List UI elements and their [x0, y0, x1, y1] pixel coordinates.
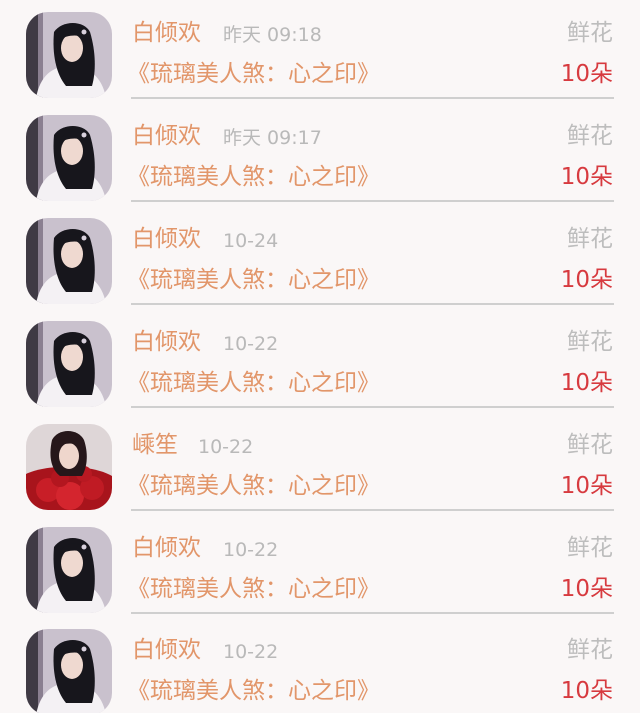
send-time: 10-22 — [223, 539, 279, 561]
list-item[interactable]: 嵊笙 10-22 鲜花 《琉璃美人煞：心之印》 10朵 — [0, 412, 640, 515]
gift-type: 鲜花 — [567, 637, 613, 663]
book-title[interactable]: 《琉璃美人煞：心之印》 — [127, 471, 380, 501]
list-item[interactable]: 白倾欢 昨天 09:18 鲜花 《琉璃美人煞：心之印》 10朵 — [0, 0, 640, 103]
send-time: 10-22 — [223, 333, 279, 355]
record-info: 白倾欢 10-22 鲜花 《琉璃美人煞：心之印》 10朵 — [127, 617, 614, 713]
gift-count: 10朵 — [560, 164, 613, 190]
list-item[interactable]: 白倾欢 昨天 09:17 鲜花 《琉璃美人煞：心之印》 10朵 — [0, 103, 640, 206]
gift-type: 鲜花 — [567, 535, 613, 561]
portrait-white-robe-icon — [26, 527, 112, 613]
book-title[interactable]: 《琉璃美人煞：心之印》 — [127, 368, 380, 398]
gift-type: 鲜花 — [567, 432, 613, 458]
gift-type: 鲜花 — [567, 123, 613, 149]
book-title[interactable]: 《琉璃美人煞：心之印》 — [127, 162, 380, 192]
portrait-white-robe-icon — [26, 218, 112, 304]
book-title[interactable]: 《琉璃美人煞：心之印》 — [127, 574, 380, 604]
book-title[interactable]: 《琉璃美人煞：心之印》 — [127, 265, 380, 295]
sender-name[interactable]: 白倾欢 — [132, 327, 201, 357]
sender-name[interactable]: 白倾欢 — [132, 121, 201, 151]
list-item[interactable]: 白倾欢 10-22 鲜花 《琉璃美人煞：心之印》 10朵 — [0, 515, 640, 618]
list-item[interactable]: 白倾欢 10-24 鲜花 《琉璃美人煞：心之印》 10朵 — [0, 206, 640, 309]
record-info: 嵊笙 10-22 鲜花 《琉璃美人煞：心之印》 10朵 — [127, 412, 614, 511]
gift-record-list: 白倾欢 昨天 09:18 鲜花 《琉璃美人煞：心之印》 10朵 白倾欢 昨天 0… — [0, 0, 640, 713]
avatar[interactable] — [26, 218, 112, 304]
send-time: 10-22 — [223, 641, 279, 663]
list-item[interactable]: 白倾欢 10-22 鲜花 《琉璃美人煞：心之印》 10朵 — [0, 309, 640, 412]
book-title[interactable]: 《琉璃美人煞：心之印》 — [127, 59, 380, 89]
send-time: 10-24 — [223, 230, 279, 252]
record-info: 白倾欢 昨天 09:18 鲜花 《琉璃美人煞：心之印》 10朵 — [127, 0, 614, 99]
avatar[interactable] — [26, 115, 112, 201]
portrait-white-robe-icon — [26, 12, 112, 98]
gift-count: 10朵 — [560, 267, 613, 293]
record-info: 白倾欢 10-24 鲜花 《琉璃美人煞：心之印》 10朵 — [127, 206, 614, 305]
sender-name[interactable]: 白倾欢 — [132, 224, 201, 254]
avatar[interactable] — [26, 527, 112, 613]
send-time: 昨天 09:18 — [223, 24, 322, 46]
portrait-white-robe-icon — [26, 321, 112, 407]
gift-count: 10朵 — [560, 576, 613, 602]
portrait-white-robe-icon — [26, 115, 112, 201]
record-info: 白倾欢 昨天 09:17 鲜花 《琉璃美人煞：心之印》 10朵 — [127, 103, 614, 202]
send-time: 10-22 — [198, 436, 254, 458]
gift-type: 鲜花 — [567, 226, 613, 252]
send-time: 昨天 09:17 — [223, 127, 322, 149]
book-title[interactable]: 《琉璃美人煞：心之印》 — [127, 676, 380, 706]
gift-count: 10朵 — [560, 370, 613, 396]
portrait-red-roses-icon — [26, 424, 112, 510]
gift-count: 10朵 — [560, 473, 613, 499]
sender-name[interactable]: 嵊笙 — [132, 430, 178, 460]
gift-count: 10朵 — [560, 678, 613, 704]
record-info: 白倾欢 10-22 鲜花 《琉璃美人煞：心之印》 10朵 — [127, 309, 614, 408]
avatar[interactable] — [26, 629, 112, 713]
sender-name[interactable]: 白倾欢 — [132, 635, 201, 665]
gift-type: 鲜花 — [567, 329, 613, 355]
avatar[interactable] — [26, 12, 112, 98]
list-item[interactable]: 白倾欢 10-22 鲜花 《琉璃美人煞：心之印》 10朵 — [0, 617, 640, 713]
gift-type: 鲜花 — [567, 20, 613, 46]
sender-name[interactable]: 白倾欢 — [132, 18, 201, 48]
sender-name[interactable]: 白倾欢 — [132, 533, 201, 563]
record-info: 白倾欢 10-22 鲜花 《琉璃美人煞：心之印》 10朵 — [127, 515, 614, 614]
portrait-white-robe-icon — [26, 629, 112, 713]
gift-count: 10朵 — [560, 61, 613, 87]
avatar[interactable] — [26, 321, 112, 407]
avatar[interactable] — [26, 424, 112, 510]
